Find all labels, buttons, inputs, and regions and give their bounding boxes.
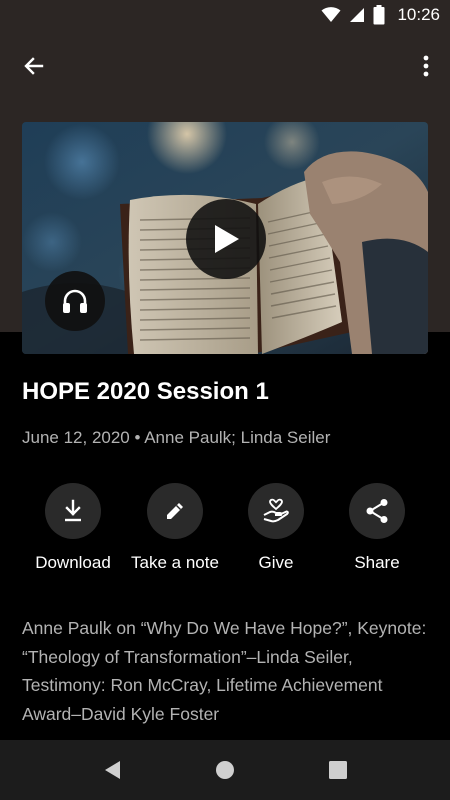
- status-bar: 10:26: [0, 0, 450, 32]
- nav-recents-button[interactable]: [314, 754, 362, 786]
- share-icon: [366, 499, 388, 523]
- nav-home-icon: [216, 761, 234, 779]
- download-button[interactable]: Download: [23, 483, 123, 573]
- more-vert-icon: [423, 55, 429, 77]
- arrow-left-icon: [24, 57, 44, 75]
- take-note-button[interactable]: Take a note: [125, 483, 225, 573]
- give-label: Give: [258, 553, 294, 572]
- give-circle[interactable]: [248, 483, 304, 539]
- system-nav-bar: [0, 740, 450, 800]
- share-button[interactable]: Share: [327, 483, 427, 573]
- play-button[interactable]: [186, 199, 266, 279]
- session-description: Anne Paulk on “Why Do We Have Hope?”, Ke…: [22, 618, 427, 724]
- nav-back-button[interactable]: [88, 754, 136, 786]
- nav-back-icon: [105, 761, 120, 779]
- download-label: Download: [35, 553, 111, 572]
- video-thumbnail[interactable]: [22, 122, 428, 354]
- share-circle[interactable]: [349, 483, 405, 539]
- take-note-label: Take a note: [131, 553, 219, 572]
- status-time: 10:26: [397, 5, 440, 24]
- wifi-icon: [321, 7, 341, 23]
- session-title: HOPE 2020 Session 1: [22, 378, 269, 405]
- battery-icon: [373, 5, 385, 25]
- share-label: Share: [354, 553, 400, 572]
- play-icon: [215, 225, 239, 253]
- headphones-icon: [63, 289, 87, 313]
- cell-signal-icon: [350, 8, 365, 22]
- nav-recents-icon: [329, 761, 347, 779]
- give-heart-hand-icon: [263, 498, 289, 523]
- back-button[interactable]: [14, 48, 54, 84]
- more-options-button[interactable]: [414, 48, 438, 84]
- pencil-icon: [167, 503, 183, 519]
- session-meta: June 12, 2020 • Anne Paulk; Linda Seiler: [22, 428, 331, 447]
- download-circle[interactable]: [45, 483, 101, 539]
- app-bar: [0, 40, 450, 92]
- audio-button[interactable]: [45, 271, 105, 331]
- action-row: Download Take a note Give Share: [22, 483, 428, 579]
- give-button[interactable]: Give: [226, 483, 326, 573]
- take-note-circle[interactable]: [147, 483, 203, 539]
- nav-home-button[interactable]: [201, 754, 249, 786]
- download-icon: [65, 499, 81, 522]
